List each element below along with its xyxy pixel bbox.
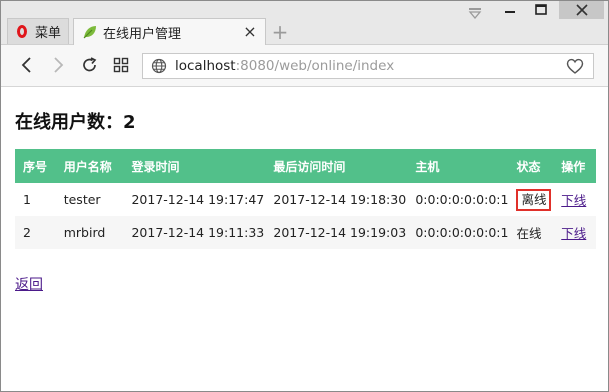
page-title: 在线用户数：2: [15, 112, 136, 133]
opera-logo-icon: [17, 25, 27, 38]
back-arrow-icon[interactable]: [18, 56, 36, 74]
menu-label: 菜单: [35, 26, 62, 41]
cell-login-time: 2017-12-14 19:17:47: [131, 192, 265, 207]
close-tab-icon[interactable]: ×: [243, 24, 257, 40]
column-header-host: 主机: [407, 149, 509, 183]
opera-menu-button[interactable]: 菜单: [7, 18, 69, 44]
cell-action: 下线: [553, 183, 596, 216]
browser-window: 菜单 在线用户管理 × + localhost:8080/web/online…: [0, 0, 609, 392]
logout-link[interactable]: 下线: [561, 226, 586, 241]
cell-index: 2: [15, 216, 56, 249]
tab-strip: 菜单 在线用户管理 × +: [1, 1, 608, 45]
back-link[interactable]: 返回: [15, 274, 43, 294]
table-row: 1 tester 2017-12-14 19:17:47 2017-12-14 …: [15, 183, 596, 216]
address-toolbar: localhost:8080/web/online/index: [1, 45, 608, 87]
download-icon[interactable]: [468, 7, 482, 19]
column-header-status: 状态: [508, 149, 554, 183]
url-host: localhost: [175, 58, 236, 74]
speed-dial-icon[interactable]: [112, 56, 130, 74]
cell-login-time: 2017-12-14 19:11:33: [123, 216, 266, 249]
cell-status: 在线: [508, 216, 554, 249]
cell-username: tester: [63, 192, 101, 207]
new-tab-button[interactable]: +: [271, 22, 289, 42]
status-badge: 在线: [516, 226, 542, 241]
heart-icon[interactable]: [566, 58, 584, 75]
reload-icon[interactable]: [81, 56, 99, 74]
online-users-table: 序号 用户名称 登录时间 最后访问时间 主机 状态 操作 1 tester 20…: [15, 149, 596, 249]
cell-index: 1: [23, 192, 31, 207]
logout-link[interactable]: 下线: [561, 193, 586, 208]
tab-title: 在线用户管理: [103, 26, 182, 42]
cell-action: 下线: [553, 216, 596, 249]
cell-last-access: 2017-12-14 19:18:30: [273, 192, 407, 207]
forward-arrow-icon[interactable]: [49, 56, 67, 74]
column-header-action: 操作: [553, 149, 596, 183]
column-header-index: 序号: [15, 149, 56, 183]
close-window-button[interactable]: [559, 1, 604, 19]
cell-host: 0:0:0:0:0:0:0:1: [415, 192, 509, 207]
column-header-login-time: 登录时间: [123, 149, 266, 183]
maximize-button[interactable]: [528, 1, 554, 19]
column-header-username: 用户名称: [55, 149, 124, 183]
cell-username: mrbird: [55, 216, 124, 249]
status-badge-highlighted: 离线: [516, 188, 552, 211]
table-row: 2 mrbird 2017-12-14 19:11:33 2017-12-14 …: [15, 216, 596, 249]
close-icon: [575, 4, 588, 16]
table-header-row: 序号 用户名称 登录时间 最后访问时间 主机 状态 操作: [15, 149, 596, 183]
url-path: :8080/web/online/index: [235, 58, 395, 74]
globe-icon: [151, 58, 167, 74]
cell-last-access: 2017-12-14 19:19:03: [265, 216, 408, 249]
leaf-icon: [83, 26, 96, 39]
column-header-last-access: 最后访问时间: [265, 149, 408, 183]
tab-online-users[interactable]: 在线用户管理 ×: [73, 18, 266, 45]
cell-host: 0:0:0:0:0:0:0:1: [407, 216, 509, 249]
cell-status: 离线: [508, 183, 553, 216]
minimize-button[interactable]: [497, 1, 523, 19]
address-bar[interactable]: localhost:8080/web/online/index: [142, 53, 594, 79]
